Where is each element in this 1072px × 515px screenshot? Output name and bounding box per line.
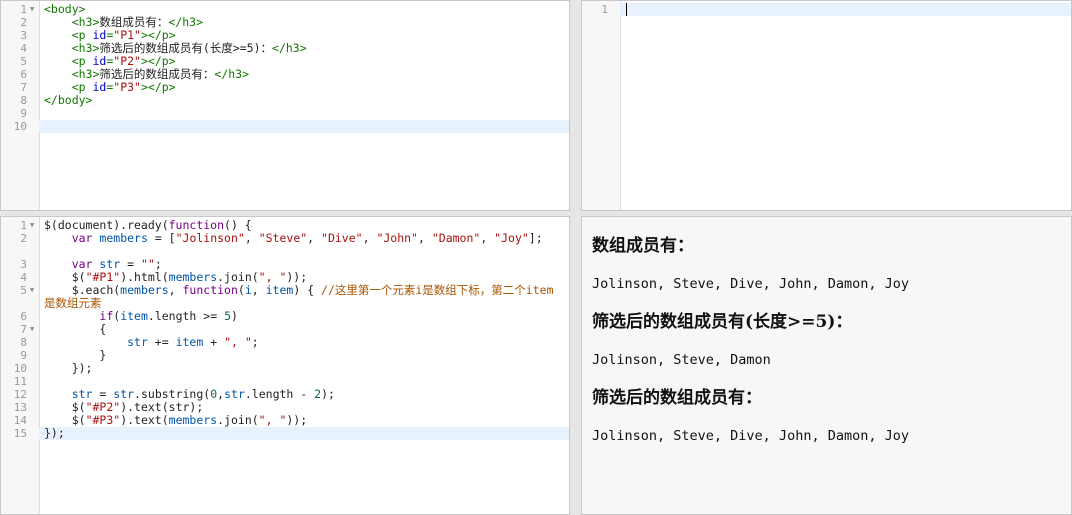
line-number: 5 [20,55,27,68]
result-paragraph-p3: Jolinson, Steve, Dive, John, Damon, Joy [592,428,909,444]
line-number: 10 [13,362,27,375]
line-number: 14 [13,414,27,427]
line-number: 6 [20,310,27,323]
line-number: 2 [20,16,27,29]
code-line-text: }); [44,361,93,375]
line-number: 4 [20,42,27,55]
html-editor-pane[interactable]: 1 ▼ <body> 2 <h3>数组成员有：</h3> 3 <p id="P1"></… [0,0,570,211]
line-number: 8 [20,94,27,107]
result-preview-pane: 数组成员有： Jolinson, Steve, Dive, John, Damo… [581,216,1072,515]
result-heading-3: 筛选后的数组成员有： [592,388,762,408]
fold-arrow-icon[interactable]: ▼ [30,219,34,232]
code-line-text: str += item + ", "; [127,335,259,349]
code-line-text: </body> [44,93,93,107]
code-line[interactable]: 1 [582,3,1071,16]
fold-arrow-icon[interactable]: ▼ [30,3,34,16]
line-number: 5 [20,284,27,297]
result-body: 数组成员有： Jolinson, Steve, Dive, John, Damo… [592,217,1061,445]
text-cursor [626,3,627,16]
code-line-text: $("#P3").text(members.join(", ")); [44,413,308,427]
css-code-area[interactable]: 1 [582,3,1071,16]
line-number: 13 [13,401,27,414]
code-line[interactable]: 15}); [1,427,569,440]
line-number: 9 [20,349,27,362]
js-code-area[interactable]: 1 ▼ $(document).ready(function() {2 var me… [1,219,569,440]
result-heading-1: 数组成员有： [592,236,694,256]
css-editor-pane[interactable]: 1 [581,0,1072,211]
line-number: 1 [20,3,27,16]
code-line-text: if(item.length >= 5) [99,309,238,323]
line-number: 8 [20,336,27,349]
code-line[interactable]: 8 </body> [1,93,569,108]
result-paragraph-p1: Jolinson, Steve, Dive, John, Damon, Joy [592,276,909,292]
line-number: 1 [601,3,608,16]
code-line-text: }); [44,426,65,440]
line-number: 15 [13,427,27,440]
line-number: 3 [20,258,27,271]
line-number: 7 [20,323,27,336]
line-number: 3 [20,29,27,42]
line-number: 1 [20,219,27,232]
js-editor-pane[interactable]: 1 ▼ $(document).ready(function() {2 var me… [0,216,570,515]
line-number: 12 [13,388,27,401]
fold-arrow-icon[interactable]: ▼ [30,323,34,336]
code-line[interactable]: 10 [1,120,569,133]
result-heading-2: 筛选后的数组成员有(长度>=5)： [592,312,853,332]
line-number: 7 [20,81,27,94]
code-line-text: var members = ["Jolinson", "Steve", "Div… [71,231,543,245]
html-code-area[interactable]: 1 ▼ <body> 2 <h3>数组成员有：</h3> 3 <p id="P1"></… [1,3,569,133]
line-number: 4 [20,271,27,284]
code-line[interactable]: 5 ▼ $.each(members, function(i, item) { /… [1,284,569,310]
line-number: 9 [20,107,27,120]
line-number-gutter [582,1,621,210]
code-line[interactable]: 9 [1,107,569,120]
line-number: 6 [20,68,27,81]
line-number: 10 [13,120,27,133]
code-line[interactable]: 10 }); [1,361,569,376]
line-number: 2 [20,232,27,245]
code-line-text: } [44,348,107,362]
code-line[interactable]: 14 $("#P3").text(members.join(", ")); [1,413,569,428]
result-paragraph-p2: Jolinson, Steve, Damon [592,352,771,368]
code-line-text: <p id="P3"></p> [71,80,176,94]
code-line-text: $.each(members, function(i, item) { //这里… [44,283,554,310]
fold-arrow-icon[interactable]: ▼ [30,284,34,297]
code-line[interactable]: 2 var members = ["Jolinson", "Steve", "D… [1,232,569,258]
line-number: 11 [13,375,27,388]
